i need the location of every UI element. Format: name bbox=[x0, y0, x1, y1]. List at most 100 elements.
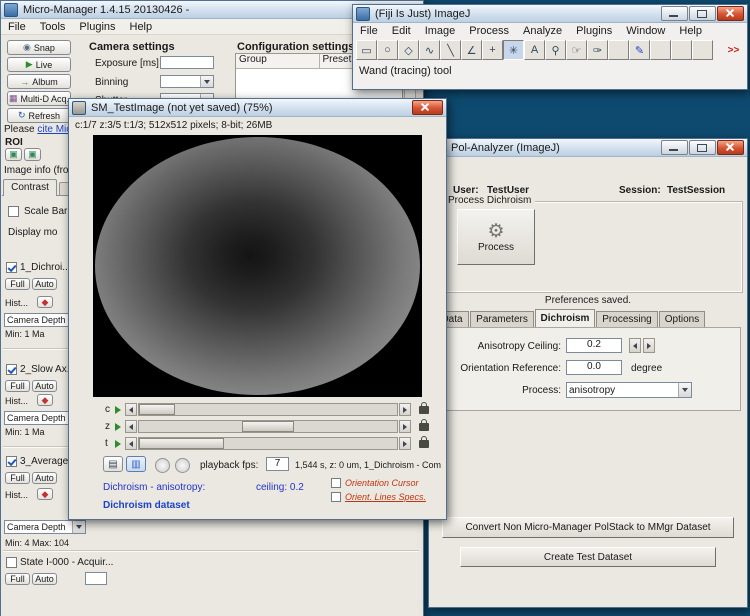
process-select[interactable]: anisotropy bbox=[566, 382, 692, 398]
channel-3-depth-select[interactable]: Camera Depth bbox=[4, 520, 86, 534]
dichroism-dataset-link[interactable]: Dichroism dataset bbox=[103, 500, 190, 511]
config-col-group[interactable]: Group bbox=[236, 54, 320, 68]
t-slider-left-button[interactable] bbox=[125, 437, 137, 450]
orient-lines-checkbox[interactable] bbox=[331, 492, 341, 502]
channel-1-hist-button[interactable]: ◆ bbox=[37, 296, 53, 308]
z-slider-thumb[interactable] bbox=[242, 421, 294, 432]
create-test-dataset-button[interactable]: Create Test Dataset bbox=[460, 547, 716, 567]
tab-parameters[interactable]: Parameters bbox=[470, 311, 534, 327]
tab-processing[interactable]: Processing bbox=[596, 311, 658, 327]
binning-select[interactable] bbox=[160, 75, 214, 88]
menu-edit[interactable]: Edit bbox=[385, 24, 418, 38]
z-slider-left-button[interactable] bbox=[125, 420, 137, 433]
orientation-reference-input[interactable]: 0.0 bbox=[566, 360, 622, 375]
minimize-button[interactable] bbox=[661, 6, 688, 21]
menu-help[interactable]: Help bbox=[672, 24, 709, 38]
pause-button[interactable] bbox=[175, 458, 190, 473]
playback-fps-input[interactable]: 7 bbox=[266, 457, 289, 471]
close-button[interactable] bbox=[717, 6, 744, 21]
channel-2-hist-button[interactable]: ◆ bbox=[37, 394, 53, 406]
channel-2-auto-button[interactable]: Auto bbox=[32, 380, 57, 392]
empty-tool-slot[interactable] bbox=[650, 40, 671, 60]
menu-file[interactable]: File bbox=[353, 24, 385, 38]
live-button[interactable]: ▶ Live bbox=[7, 57, 71, 72]
menu-analyze[interactable]: Analyze bbox=[516, 24, 569, 38]
wand-tool[interactable]: ✳ bbox=[503, 40, 524, 60]
anisotropy-ceiling-input[interactable]: 0.2 bbox=[566, 338, 622, 353]
image-canvas[interactable] bbox=[93, 135, 422, 397]
c-slider-left-button[interactable] bbox=[125, 403, 137, 416]
play-z-icon[interactable] bbox=[115, 423, 121, 431]
tab-dichroism[interactable]: Dichroism bbox=[535, 309, 595, 327]
z-slider-track[interactable] bbox=[138, 420, 398, 433]
menu-file[interactable]: File bbox=[1, 20, 33, 34]
image-window-titlebar[interactable]: SM_TestImage (not yet saved) (75%) bbox=[69, 99, 446, 117]
c-slider-right-button[interactable] bbox=[399, 403, 411, 416]
abort-button[interactable] bbox=[155, 458, 170, 473]
channel-2-checkbox[interactable] bbox=[6, 364, 17, 375]
channel-3-checkbox[interactable] bbox=[6, 456, 17, 467]
menu-plugins[interactable]: Plugins bbox=[72, 20, 122, 34]
empty-tool-slot[interactable] bbox=[608, 40, 629, 60]
channel-1-auto-button[interactable]: Auto bbox=[32, 278, 57, 290]
pencil-tool[interactable]: ✎ bbox=[629, 40, 650, 60]
point-tool[interactable]: + bbox=[482, 40, 503, 60]
channel-3-hist-button[interactable]: ◆ bbox=[37, 488, 53, 500]
orientation-cursor-checkbox[interactable] bbox=[331, 478, 341, 488]
roi-clear-button[interactable]: ▣ bbox=[24, 148, 41, 161]
tab-contrast[interactable]: Contrast bbox=[3, 179, 57, 196]
menu-window[interactable]: Window bbox=[619, 24, 672, 38]
channel-4-value-input[interactable] bbox=[85, 572, 107, 585]
play-t-icon[interactable] bbox=[115, 440, 121, 448]
snap-button[interactable]: ◉ Snap bbox=[7, 40, 71, 55]
channel-3-auto-button[interactable]: Auto bbox=[32, 472, 57, 484]
text-tool[interactable]: A bbox=[524, 40, 545, 60]
refresh-button[interactable]: ↻ Refresh bbox=[7, 108, 71, 123]
menu-plugins[interactable]: Plugins bbox=[569, 24, 619, 38]
play-c-icon[interactable] bbox=[115, 406, 121, 414]
album-button[interactable]: → Album bbox=[7, 74, 71, 89]
fiji-titlebar[interactable]: (Fiji Is Just) ImageJ bbox=[353, 5, 747, 23]
orient-lines-label[interactable]: Orient. Lines Specs. bbox=[345, 492, 426, 502]
menu-help[interactable]: Help bbox=[123, 20, 160, 34]
channel-2-full-button[interactable]: Full bbox=[5, 380, 30, 392]
anisotropy-increment-button[interactable] bbox=[643, 338, 655, 353]
pol-titlebar[interactable]: Pol-Analyzer (ImageJ) bbox=[429, 139, 747, 157]
channel-1-full-button[interactable]: Full bbox=[5, 278, 30, 290]
z-lock-icon[interactable] bbox=[419, 419, 429, 431]
t-slider-right-button[interactable] bbox=[399, 437, 411, 450]
dropper-tool[interactable]: ✑ bbox=[587, 40, 608, 60]
t-slider-thumb[interactable] bbox=[139, 438, 225, 449]
rectangle-tool[interactable]: ▭ bbox=[356, 40, 377, 60]
empty-tool-slot[interactable] bbox=[671, 40, 692, 60]
line-tool[interactable]: ╲ bbox=[440, 40, 461, 60]
show-folder-button[interactable]: ▤ bbox=[103, 456, 123, 472]
minimize-button[interactable] bbox=[661, 140, 688, 155]
close-button[interactable] bbox=[717, 140, 744, 155]
scale-bar-checkbox[interactable] bbox=[8, 206, 19, 217]
angle-tool[interactable]: ∠ bbox=[461, 40, 482, 60]
close-button[interactable] bbox=[412, 100, 443, 115]
zoom-tool[interactable]: ⚲ bbox=[545, 40, 566, 60]
menu-process[interactable]: Process bbox=[462, 24, 516, 38]
polygon-tool[interactable]: ◇ bbox=[398, 40, 419, 60]
roi-set-button[interactable]: ▣ bbox=[5, 148, 22, 161]
freehand-tool[interactable]: ∿ bbox=[419, 40, 440, 60]
channel-4-full-button[interactable]: Full bbox=[5, 573, 30, 585]
process-button[interactable]: ⚙ Process bbox=[457, 209, 535, 265]
c-lock-icon[interactable] bbox=[419, 402, 429, 414]
exposure-input[interactable] bbox=[160, 56, 214, 69]
t-slider-track[interactable] bbox=[138, 437, 398, 450]
anisotropy-decrement-button[interactable] bbox=[629, 338, 641, 353]
save-button[interactable]: ▥ bbox=[126, 456, 146, 472]
tab-options[interactable]: Options bbox=[659, 311, 705, 327]
menu-tools[interactable]: Tools bbox=[33, 20, 73, 34]
c-slider-thumb[interactable] bbox=[139, 404, 176, 415]
z-slider-right-button[interactable] bbox=[399, 420, 411, 433]
maximize-button[interactable] bbox=[689, 6, 716, 21]
channel-1-checkbox[interactable] bbox=[6, 262, 17, 273]
more-tools-button[interactable]: >> bbox=[723, 40, 744, 60]
hand-tool[interactable]: ☞ bbox=[566, 40, 587, 60]
oval-tool[interactable]: ○ bbox=[377, 40, 398, 60]
menu-image[interactable]: Image bbox=[418, 24, 463, 38]
